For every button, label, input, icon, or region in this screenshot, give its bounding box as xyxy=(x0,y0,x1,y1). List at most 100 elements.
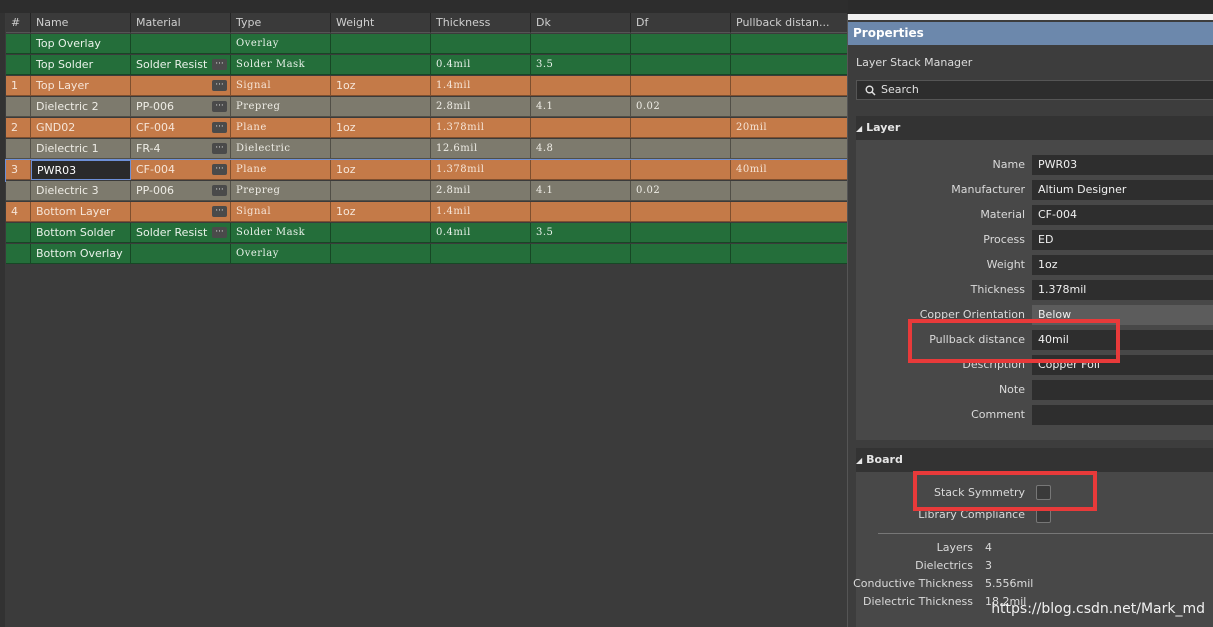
layer-material-cell[interactable]: FR-4 ··· xyxy=(131,139,231,159)
layer-type-cell[interactable]: Plane xyxy=(231,160,331,180)
layer-df-cell[interactable] xyxy=(631,139,731,159)
table-row[interactable]: 2 GND02 CF-004 ··· Plane 1oz 1.378mil 20mil xyxy=(6,118,848,139)
table-row[interactable]: 1 Top Layer ··· Signal 1oz 1.4mil xyxy=(6,76,848,97)
layer-weight-cell[interactable] xyxy=(331,34,431,54)
column-header-dk[interactable]: Dk xyxy=(531,13,631,33)
table-row[interactable]: Dielectric 2 PP-006 ··· Prepreg 2.8mil 4.1 0.0… xyxy=(6,97,848,118)
layer-pullback-cell[interactable] xyxy=(731,76,848,96)
table-row[interactable]: Top Solder Solder Resist ··· Solder Mask 0.4… xyxy=(6,55,848,76)
note-field[interactable] xyxy=(1032,380,1213,400)
more-options-icon[interactable]: ··· xyxy=(212,101,227,112)
layer-name-cell[interactable]: Dielectric 1 xyxy=(31,139,131,159)
layer-material-cell[interactable] xyxy=(131,244,231,264)
layer-type-cell[interactable]: Solder Mask xyxy=(231,223,331,243)
more-options-icon[interactable]: ··· xyxy=(212,206,227,217)
name-field[interactable]: PWR03 xyxy=(1032,155,1213,175)
layer-df-cell[interactable] xyxy=(631,244,731,264)
layer-thickness-cell[interactable]: 0.4mil xyxy=(431,223,531,243)
layer-dk-cell[interactable]: 3.5 xyxy=(531,55,631,75)
layer-thickness-cell[interactable] xyxy=(431,244,531,264)
more-options-icon[interactable]: ··· xyxy=(212,80,227,91)
more-options-icon[interactable]: ··· xyxy=(212,143,227,154)
layer-weight-cell[interactable] xyxy=(331,181,431,201)
layer-type-cell[interactable]: Prepreg xyxy=(231,181,331,201)
layer-material-cell[interactable]: ··· xyxy=(131,202,231,222)
layer-name-cell[interactable]: Top Solder xyxy=(31,55,131,75)
layer-thickness-cell[interactable]: 12.6mil xyxy=(431,139,531,159)
layer-type-cell[interactable]: Signal xyxy=(231,76,331,96)
layer-df-cell[interactable]: 0.02 xyxy=(631,97,731,117)
layer-name-cell[interactable]: Bottom Layer xyxy=(31,202,131,222)
layer-thickness-cell[interactable]: 2.8mil xyxy=(431,97,531,117)
table-row[interactable]: Bottom Overlay Overlay xyxy=(6,244,848,265)
column-header-number[interactable]: # xyxy=(6,13,31,33)
layer-material-cell[interactable]: ··· xyxy=(131,76,231,96)
thickness-field[interactable]: 1.378mil xyxy=(1032,280,1213,300)
more-options-icon[interactable]: ··· xyxy=(212,59,227,70)
layer-name-cell[interactable]: Top Overlay xyxy=(31,34,131,54)
layer-df-cell[interactable] xyxy=(631,223,731,243)
layer-pullback-cell[interactable] xyxy=(731,244,848,264)
more-options-icon[interactable]: ··· xyxy=(212,185,227,196)
layer-weight-cell[interactable] xyxy=(331,97,431,117)
layer-type-cell[interactable]: Signal xyxy=(231,202,331,222)
layer-thickness-cell[interactable]: 1.4mil xyxy=(431,202,531,222)
layer-material-cell[interactable]: CF-004 ··· xyxy=(131,160,231,180)
column-header-df[interactable]: Df xyxy=(631,13,731,33)
layer-df-cell[interactable] xyxy=(631,160,731,180)
layer-material-cell[interactable] xyxy=(131,34,231,54)
layer-pullback-cell[interactable] xyxy=(731,181,848,201)
table-row[interactable]: Top Overlay Overlay xyxy=(6,34,848,55)
search-input[interactable]: Search xyxy=(856,80,1213,100)
layer-dk-cell[interactable] xyxy=(531,160,631,180)
material-field[interactable]: CF-004 xyxy=(1032,205,1213,225)
layer-pullback-cell[interactable]: 20mil xyxy=(731,118,848,138)
more-options-icon[interactable]: ··· xyxy=(212,227,227,238)
layer-df-cell[interactable]: 0.02 xyxy=(631,181,731,201)
weight-field[interactable]: 1oz xyxy=(1032,255,1213,275)
layer-dk-cell[interactable] xyxy=(531,202,631,222)
table-row[interactable]: Dielectric 1 FR-4 ··· Dielectric 12.6mil 4.8 xyxy=(6,139,848,160)
layer-weight-cell[interactable]: 1oz xyxy=(331,76,431,96)
layer-dk-cell[interactable] xyxy=(531,76,631,96)
layer-dk-cell[interactable]: 4.8 xyxy=(531,139,631,159)
layer-df-cell[interactable] xyxy=(631,34,731,54)
column-header-thickness[interactable]: Thickness xyxy=(431,13,531,33)
layer-weight-cell[interactable] xyxy=(331,55,431,75)
layer-df-cell[interactable] xyxy=(631,118,731,138)
layer-type-cell[interactable]: Overlay xyxy=(231,34,331,54)
layer-name-cell[interactable]: Dielectric 3 xyxy=(31,181,131,201)
layer-material-cell[interactable]: PP-006 ··· xyxy=(131,97,231,117)
layer-dk-cell[interactable] xyxy=(531,244,631,264)
layer-weight-cell[interactable] xyxy=(331,139,431,159)
column-header-weight[interactable]: Weight xyxy=(331,13,431,33)
layer-type-cell[interactable]: Solder Mask xyxy=(231,55,331,75)
layer-pullback-cell[interactable] xyxy=(731,202,848,222)
layer-thickness-cell[interactable]: 1.4mil xyxy=(431,76,531,96)
board-section-header[interactable]: ◢ Board xyxy=(856,448,1213,472)
table-row[interactable]: Bottom Solder Solder Resist ··· Solder Mask… xyxy=(6,223,848,244)
layer-weight-cell[interactable]: 1oz xyxy=(331,160,431,180)
layer-thickness-cell[interactable]: 1.378mil xyxy=(431,160,531,180)
layer-name-cell[interactable]: Bottom Overlay xyxy=(31,244,131,264)
layer-material-cell[interactable]: PP-006 ··· xyxy=(131,181,231,201)
column-header-type[interactable]: Type xyxy=(231,13,331,33)
column-header-material[interactable]: Material xyxy=(131,13,231,33)
layer-name-cell[interactable]: Dielectric 2 xyxy=(31,97,131,117)
layer-dk-cell[interactable]: 4.1 xyxy=(531,97,631,117)
layer-name-cell[interactable]: Top Layer xyxy=(31,76,131,96)
process-field[interactable]: ED xyxy=(1032,230,1213,250)
layer-name-cell[interactable]: GND02 xyxy=(31,118,131,138)
layer-pullback-cell[interactable] xyxy=(731,34,848,54)
layer-name-cell[interactable]: PWR03 xyxy=(31,160,131,180)
table-row[interactable]: Dielectric 3 PP-006 ··· Prepreg 2.8mil 4.1 0.0… xyxy=(6,181,848,202)
table-row[interactable]: 3 PWR03 CF-004 ··· Plane 1oz 1.378mil 40mil xyxy=(5,159,849,182)
layer-pullback-cell[interactable] xyxy=(731,139,848,159)
layer-dk-cell[interactable] xyxy=(531,34,631,54)
layer-material-cell[interactable]: Solder Resist ··· xyxy=(131,55,231,75)
layer-df-cell[interactable] xyxy=(631,55,731,75)
layer-weight-cell[interactable] xyxy=(331,223,431,243)
layer-material-cell[interactable]: Solder Resist ··· xyxy=(131,223,231,243)
layer-df-cell[interactable] xyxy=(631,76,731,96)
layer-df-cell[interactable] xyxy=(631,202,731,222)
